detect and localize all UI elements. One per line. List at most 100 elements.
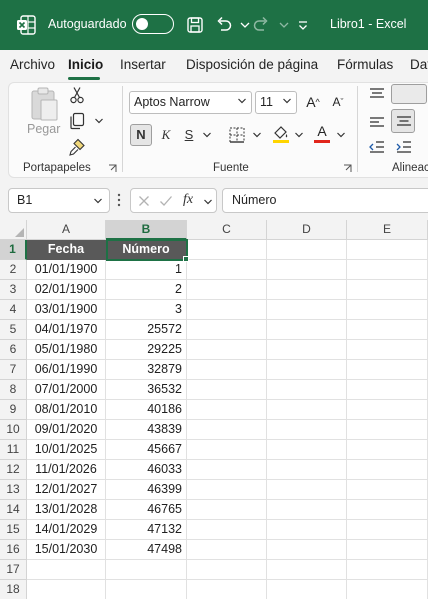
cell-d9[interactable] <box>267 400 347 420</box>
cell-e9[interactable] <box>347 400 428 420</box>
tab-insertar[interactable]: Insertar <box>120 57 166 72</box>
cell-a8[interactable]: 07/01/2000 <box>27 380 106 400</box>
cell-e12[interactable] <box>347 460 428 480</box>
cell-a2[interactable]: 01/01/1900 <box>27 260 106 280</box>
italic-button[interactable]: K <box>155 124 177 146</box>
fill-color-dropdown-icon[interactable] <box>294 130 304 140</box>
cell-d16[interactable] <box>267 540 347 560</box>
cell-d15[interactable] <box>267 520 347 540</box>
cell-a9[interactable]: 08/01/2010 <box>27 400 106 420</box>
cell-c2[interactable] <box>187 260 267 280</box>
cell-e2[interactable] <box>347 260 428 280</box>
cell-b11[interactable]: 45667 <box>106 440 187 460</box>
cell-d13[interactable] <box>267 480 347 500</box>
tab-disposicion-pagina[interactable]: Disposición de página <box>186 57 318 72</box>
cancel-icon[interactable] <box>138 195 150 207</box>
increase-indent-icon[interactable] <box>395 140 413 154</box>
cell-d2[interactable] <box>267 260 347 280</box>
copy-dropdown-icon[interactable] <box>94 116 104 126</box>
cell-e14[interactable] <box>347 500 428 520</box>
cell-e18[interactable] <box>347 580 428 599</box>
row-header[interactable]: 14 <box>0 500 27 520</box>
row-header[interactable]: 3 <box>0 280 27 300</box>
cell-b18[interactable] <box>106 580 187 599</box>
copy-icon[interactable] <box>68 112 86 130</box>
save-icon[interactable] <box>183 13 207 37</box>
cell-b4[interactable]: 3 <box>106 300 187 320</box>
row-header[interactable]: 18 <box>0 580 27 599</box>
format-painter-icon[interactable] <box>68 138 86 156</box>
cell-a14[interactable]: 13/01/2028 <box>27 500 106 520</box>
cell-e8[interactable] <box>347 380 428 400</box>
cell-d1[interactable] <box>267 240 347 260</box>
font-name-select[interactable]: Aptos Narrow <box>129 91 252 114</box>
cell-e7[interactable] <box>347 360 428 380</box>
cell-a13[interactable]: 12/01/2027 <box>27 480 106 500</box>
insert-function-button[interactable]: fx <box>183 192 193 208</box>
row-header[interactable]: 2 <box>0 260 27 280</box>
cell-c12[interactable] <box>187 460 267 480</box>
cut-icon[interactable] <box>69 86 85 104</box>
column-header-a[interactable]: A <box>27 220 106 240</box>
redo-icon[interactable] <box>250 13 274 37</box>
row-header[interactable]: 1 <box>0 240 27 260</box>
cell-c13[interactable] <box>187 480 267 500</box>
cell-d7[interactable] <box>267 360 347 380</box>
cell-a12[interactable]: 11/01/2026 <box>27 460 106 480</box>
bold-button[interactable]: N <box>130 124 152 146</box>
cell-b3[interactable]: 2 <box>106 280 187 300</box>
cell-c11[interactable] <box>187 440 267 460</box>
column-header-e[interactable]: E <box>347 220 428 240</box>
cell-c15[interactable] <box>187 520 267 540</box>
underline-dropdown-icon[interactable] <box>202 130 212 140</box>
cell-a3[interactable]: 02/01/1900 <box>27 280 106 300</box>
cell-e4[interactable] <box>347 300 428 320</box>
row-header[interactable]: 13 <box>0 480 27 500</box>
cell-b7[interactable]: 32879 <box>106 360 187 380</box>
cell-e6[interactable] <box>347 340 428 360</box>
row-header[interactable]: 16 <box>0 540 27 560</box>
cell-a15[interactable]: 14/01/2029 <box>27 520 106 540</box>
cell-c1[interactable] <box>187 240 267 260</box>
cell-d5[interactable] <box>267 320 347 340</box>
more-options-icon[interactable] <box>116 192 122 208</box>
row-header[interactable]: 9 <box>0 400 27 420</box>
cell-b5[interactable]: 25572 <box>106 320 187 340</box>
undo-icon[interactable] <box>211 13 235 37</box>
cell-c10[interactable] <box>187 420 267 440</box>
fill-handle[interactable] <box>183 256 189 262</box>
cell-e16[interactable] <box>347 540 428 560</box>
cell-b14[interactable]: 46765 <box>106 500 187 520</box>
column-header-c[interactable]: C <box>187 220 267 240</box>
confirm-icon[interactable] <box>159 195 173 207</box>
paste-label[interactable]: Pegar <box>27 122 60 136</box>
clipboard-launcher-icon[interactable] <box>108 164 117 173</box>
column-header-d[interactable]: D <box>267 220 347 240</box>
row-header[interactable]: 12 <box>0 460 27 480</box>
row-header[interactable]: 5 <box>0 320 27 340</box>
cell-b1[interactable]: Número <box>106 240 187 260</box>
cell-d14[interactable] <box>267 500 347 520</box>
tab-datos[interactable]: Dat <box>410 57 428 72</box>
cell-d6[interactable] <box>267 340 347 360</box>
cell-e10[interactable] <box>347 420 428 440</box>
increase-font-size-button[interactable]: A^ <box>302 91 324 113</box>
row-header[interactable]: 15 <box>0 520 27 540</box>
row-header[interactable]: 17 <box>0 560 27 580</box>
paste-icon[interactable] <box>29 86 59 122</box>
tab-archivo[interactable]: Archivo <box>10 57 55 72</box>
cell-c4[interactable] <box>187 300 267 320</box>
cell-b17[interactable] <box>106 560 187 580</box>
cell-d4[interactable] <box>267 300 347 320</box>
cell-c8[interactable] <box>187 380 267 400</box>
cell-c14[interactable] <box>187 500 267 520</box>
cell-d17[interactable] <box>267 560 347 580</box>
cell-a7[interactable]: 06/01/1990 <box>27 360 106 380</box>
cell-b10[interactable]: 43839 <box>106 420 187 440</box>
tab-inicio[interactable]: Inicio <box>68 57 103 72</box>
borders-dropdown-icon[interactable] <box>252 130 262 140</box>
cell-e17[interactable] <box>347 560 428 580</box>
cell-b13[interactable]: 46399 <box>106 480 187 500</box>
borders-icon[interactable] <box>228 126 246 144</box>
cell-d3[interactable] <box>267 280 347 300</box>
